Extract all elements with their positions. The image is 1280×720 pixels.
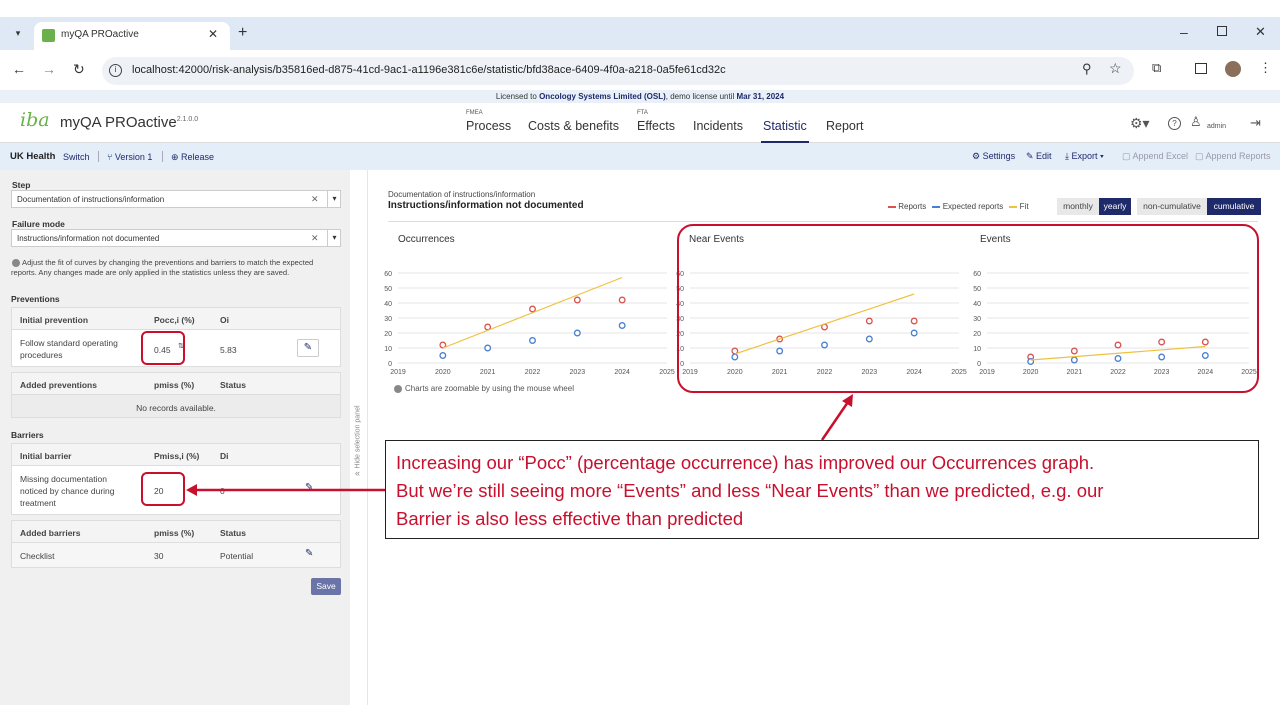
arrowhead	[186, 484, 197, 496]
annotation-line-1: Increasing our “Pocc” (percentage occurr…	[396, 452, 1095, 473]
annotation-box: Increasing our “Pocc” (percentage occurr…	[385, 440, 1259, 539]
annotation-line-3: Barrier is also less effective than pred…	[396, 508, 744, 529]
annotation-arrows	[186, 394, 853, 496]
arrow-line	[820, 401, 850, 441]
annotation-line-2: But we’re still seeing more “Events” and…	[396, 480, 1104, 501]
arrowhead	[842, 394, 853, 407]
